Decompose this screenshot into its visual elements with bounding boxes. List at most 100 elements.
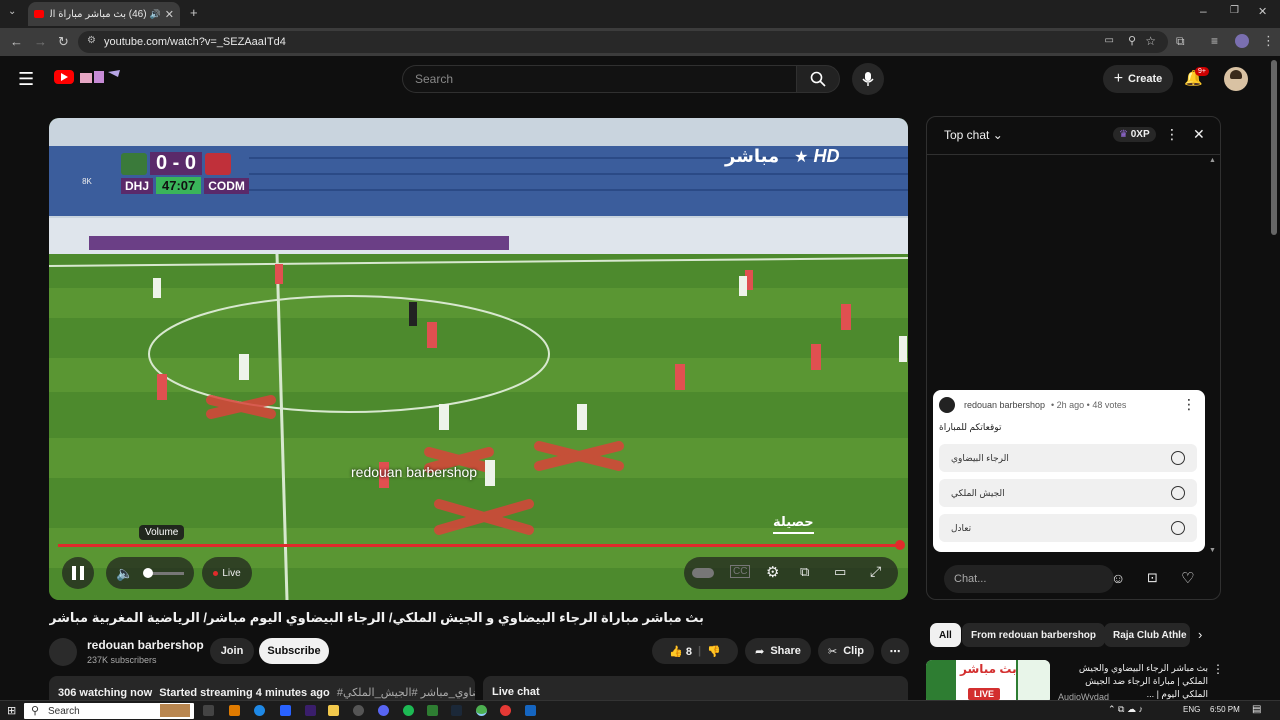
windows-start-icon[interactable]: ⊞ (7, 704, 16, 717)
cast-icon[interactable]: ▭ (1105, 35, 1114, 46)
theater-mode-icon[interactable]: ▭ (834, 564, 846, 580)
recommendation-menu-icon[interactable]: ⋮ (1212, 662, 1224, 676)
premiere-icon[interactable] (305, 705, 316, 716)
join-button[interactable]: Join (210, 638, 254, 664)
chat-mode-selector[interactable]: Top chat ⌄ (944, 128, 1003, 142)
chat-input[interactable]: Chat... (944, 565, 1114, 593)
account-avatar[interactable] (1224, 67, 1248, 91)
new-tab-icon[interactable]: + (190, 5, 198, 20)
poll-option[interactable]: الرجاء البيضاوي (939, 444, 1197, 472)
search-input[interactable]: Search (402, 65, 796, 93)
site-info-icon[interactable]: ⚙ (87, 35, 96, 46)
notification-center-icon[interactable]: ▤ (1252, 704, 1261, 715)
bookmark-star-icon[interactable]: ☆ (1145, 34, 1156, 48)
chip-raja[interactable]: Raja Club Athle (1104, 623, 1190, 647)
share-button[interactable]: ➦ Share (745, 638, 811, 664)
tab-audio-icon[interactable]: 🔊 (150, 9, 161, 20)
create-button[interactable]: + Create (1103, 65, 1173, 93)
chat-scroll-down-icon[interactable]: ▼ (1209, 547, 1216, 554)
youtube-logo[interactable] (54, 70, 74, 84)
address-bar[interactable]: ⚙ youtube.com/watch?v=_SEZAaaITd4 ▭ ⚲ ☆ (78, 31, 1168, 53)
edge-icon[interactable] (254, 705, 265, 716)
taskbar-clock[interactable]: 6:50 PM (1210, 705, 1240, 714)
more-actions-button[interactable]: ⋯ (881, 638, 909, 664)
progress-scrubber[interactable] (895, 540, 905, 550)
volume-slider-handle[interactable] (143, 568, 153, 578)
taskbar-search[interactable]: ⚲ Search (24, 703, 194, 719)
forward-icon[interactable]: → (34, 34, 47, 49)
recommendation-thumbnail[interactable]: بث مباشر LIVE (926, 660, 1050, 704)
chip-all[interactable]: All (930, 623, 961, 647)
subscribe-button[interactable]: Subscribe (259, 638, 329, 664)
back-icon[interactable]: ← (10, 34, 23, 49)
poll-menu-icon[interactable]: ⋮ (1182, 396, 1196, 413)
window-close-icon[interactable]: ✕ (1258, 5, 1267, 18)
miniplayer-icon[interactable]: ⧉ (800, 564, 809, 580)
super-chat-icon[interactable]: ⊡ (1147, 570, 1158, 586)
captions-icon[interactable]: CC (730, 565, 751, 578)
tab-search-icon[interactable]: ⌄ (8, 6, 16, 17)
xp-badge[interactable]: ♛ 0XP (1113, 127, 1156, 142)
channel-name[interactable]: redouan barbershop (87, 638, 204, 652)
settings-gear-icon[interactable]: ⚙ (766, 563, 779, 581)
live-button[interactable]: Live (202, 557, 252, 589)
player-right-controls: CC ⚙ ⧉ ▭ ⤢ (684, 557, 898, 589)
like-button[interactable]: 👍 8 (669, 645, 692, 658)
pause-button[interactable] (62, 557, 94, 589)
green-app-icon[interactable] (427, 705, 438, 716)
adobe-ps-icon[interactable] (280, 705, 291, 716)
tab-close-icon[interactable]: ✕ (165, 8, 174, 21)
crown-icon: ♛ (1119, 129, 1128, 140)
heart-icon[interactable]: ♡ (1181, 569, 1194, 587)
volume-control[interactable]: 🔈 (106, 557, 194, 589)
browser-menu-icon[interactable]: ⋮ (1262, 33, 1275, 49)
extensions-icon[interactable]: ⧉ (1176, 34, 1185, 49)
chip-from-channel[interactable]: From redouan barbershop (962, 623, 1106, 647)
chat-header: Top chat ⌄ ♛ 0XP ⋮ ✕ (927, 117, 1220, 155)
video-progress-bar[interactable] (58, 544, 900, 547)
thumbs-up-icon: 👍 (669, 645, 683, 658)
discord-icon[interactable] (378, 705, 389, 716)
obs-icon[interactable] (353, 705, 364, 716)
chat-close-icon[interactable]: ✕ (1193, 126, 1205, 143)
red-app-icon[interactable] (500, 705, 511, 716)
chat-menu-icon[interactable]: ⋮ (1165, 126, 1179, 143)
blue-app-icon[interactable] (525, 705, 536, 716)
page-scrollbar[interactable] (1271, 60, 1277, 235)
language-indicator[interactable]: ENG (1183, 705, 1200, 714)
channel-avatar[interactable] (49, 638, 77, 666)
restore-icon[interactable]: ❐ (1230, 5, 1239, 16)
emoji-icon[interactable]: ☺ (1111, 570, 1125, 586)
clip-button[interactable]: ✂ Clip (818, 638, 874, 664)
task-view-icon[interactable] (203, 705, 214, 716)
steam-icon[interactable] (451, 705, 462, 716)
autoplay-toggle[interactable] (692, 568, 714, 578)
poll-option[interactable]: الجيش الملكي (939, 479, 1197, 507)
thumbs-down-icon[interactable]: 👎 (707, 645, 721, 658)
chips-next-icon[interactable]: › (1198, 627, 1202, 642)
fullscreen-icon[interactable]: ⤢ (870, 563, 881, 580)
system-tray-icons[interactable]: ⌃ ⧉ ☁ ♪ (1108, 704, 1143, 715)
zoom-icon[interactable]: ⚲ (1128, 34, 1136, 47)
poll-option[interactable]: تعادل (939, 514, 1197, 542)
vlc-icon[interactable] (229, 705, 240, 716)
create-label: Create (1128, 73, 1163, 85)
browser-tab[interactable]: (46) بث مباشر مباراة الرجاء البيضاوي 🔊 ✕ (28, 2, 180, 26)
hamburger-menu-icon[interactable]: ☰ (18, 69, 34, 90)
chat-scroll-up-icon[interactable]: ▲ (1209, 157, 1216, 164)
windows-taskbar: ⊞ ⚲ Search ⌃ ⧉ ☁ ♪ ENG 6:50 PM ▤ (0, 700, 1280, 720)
search-button[interactable] (796, 65, 840, 93)
chip-label: All (939, 629, 952, 641)
volume-icon[interactable]: 🔈 (116, 565, 133, 582)
youtube-doodle-icon[interactable] (78, 69, 122, 85)
chrome-icon[interactable] (476, 705, 487, 716)
file-explorer-icon[interactable] (328, 705, 339, 716)
notifications-badge: 9+ (1195, 67, 1209, 76)
profile-avatar[interactable] (1235, 34, 1249, 48)
reading-list-icon[interactable]: ≡ (1211, 34, 1218, 48)
spotify-icon[interactable] (403, 705, 414, 716)
voice-search-button[interactable] (852, 63, 884, 95)
minimize-icon[interactable]: – (1200, 4, 1207, 18)
search-placeholder: Search (415, 72, 454, 86)
reload-icon[interactable]: ↻ (58, 34, 69, 50)
